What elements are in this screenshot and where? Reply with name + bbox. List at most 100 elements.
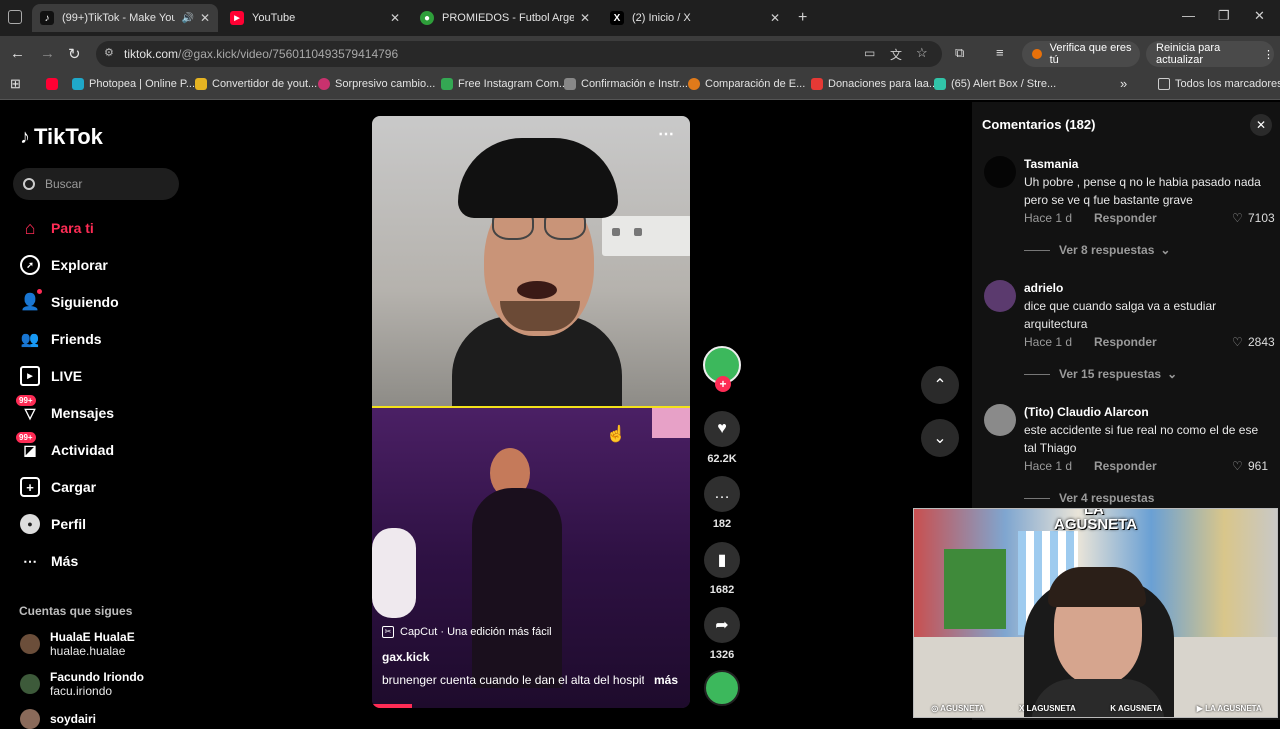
url-field[interactable]: ⚙ tiktok.com/@gax.kick/video/75601104935… [96, 41, 942, 67]
reply-button[interactable]: Responder [1094, 211, 1157, 225]
nav-siguiendo[interactable]: 👤 Siguiendo [20, 289, 119, 312]
bookmark-label: Convertidor de yout... [212, 78, 318, 90]
creator-avatar-button[interactable]: + [703, 346, 741, 392]
comments-title: Comentarios (182) [982, 117, 1096, 132]
more-bookmarks-icon[interactable]: » [1120, 76, 1127, 91]
search-input[interactable]: Buscar [13, 168, 179, 200]
bookmark-instagram[interactable]: Free Instagram Com... [441, 78, 568, 90]
tab-search-icon[interactable] [8, 10, 22, 24]
bookmark-donaciones[interactable]: Donaciones para laa... [811, 78, 938, 90]
comment-like-icon[interactable]: ♡ [1232, 211, 1243, 225]
performer-body [472, 488, 562, 688]
nav-mas[interactable]: ⋯ Más [20, 551, 78, 571]
view-replies-button[interactable]: Ver 15 respuestas ⌄ [1024, 367, 1177, 381]
media-icon[interactable]: ≡ [996, 45, 1004, 60]
comment-author[interactable]: (Tito) Claudio Alarcon [1024, 405, 1274, 419]
video-author[interactable]: gax.kick [382, 650, 429, 664]
reload-icon[interactable]: ↻ [68, 45, 81, 63]
close-tab-icon[interactable]: ✕ [770, 11, 780, 25]
back-icon[interactable]: ← [10, 45, 25, 62]
apps-grid-icon[interactable]: ⊞ [10, 76, 21, 92]
comment-author[interactable]: adrielo [1024, 281, 1274, 295]
capcut-icon: ✂ [382, 626, 394, 638]
next-video-button[interactable]: ⌄ [921, 419, 959, 457]
close-tab-icon[interactable]: ✕ [200, 11, 210, 25]
comment-like-icon[interactable]: ♡ [1232, 335, 1243, 349]
bookmark-convertidor[interactable]: Convertidor de yout... [195, 78, 317, 90]
comment-author[interactable]: Tasmania [1024, 157, 1274, 171]
comparison-icon [688, 78, 700, 90]
social-item: X LAGUSNETA [1019, 704, 1076, 713]
all-bookmarks-folder[interactable]: Todos los marcadores [1158, 78, 1280, 90]
bookmark-photopea[interactable]: Photopea | Online P... [72, 78, 195, 90]
tab-x[interactable]: X (2) Inicio / X ✕ [602, 4, 788, 32]
photopea-icon [72, 78, 84, 90]
close-tab-icon[interactable]: ✕ [390, 11, 400, 25]
tab-tiktok[interactable]: ♪ (99+)TikTok - Make Your Da 🔊 ✕ [32, 4, 218, 32]
followed-account[interactable]: HualaE HualaE hualae.hualae [20, 630, 135, 658]
bookmark-youtube[interactable] [46, 78, 63, 90]
following-title: Cuentas que sigues [19, 604, 133, 618]
cast-icon[interactable]: ▭ [864, 46, 875, 60]
save-button[interactable]: ▮ 1682 [703, 542, 741, 596]
bookmark-confirmacion[interactable]: Confirmación e Instr... [564, 78, 688, 90]
stage-light [652, 408, 690, 438]
followed-account[interactable]: Facundo Iriondo facu.iriondo [20, 670, 144, 698]
nav-perfil[interactable]: ● Perfil [20, 514, 86, 534]
share-button[interactable]: ➦ 1326 [703, 607, 741, 661]
nav-cargar[interactable]: + Cargar [20, 477, 96, 497]
nav-explorar[interactable]: ➚ Explorar [20, 255, 108, 275]
tab-youtube[interactable]: ▶ YouTube ✕ [222, 4, 408, 32]
minimize-icon[interactable]: — [1182, 8, 1195, 23]
caption-more-button[interactable]: más [654, 673, 678, 687]
bookmark-comparacion[interactable]: Comparación de E... [688, 78, 805, 90]
music-disc-icon[interactable] [704, 670, 740, 706]
capcut-tag[interactable]: ✂ CapCut · Una edición más fácil [382, 626, 552, 638]
avatar[interactable] [984, 404, 1016, 436]
bookmark-alertbox[interactable]: (65) Alert Box / Stre... [934, 78, 1056, 90]
tab-title: (2) Inicio / X [632, 12, 691, 24]
previous-video-button[interactable]: ⌃ [921, 366, 959, 404]
new-tab-icon[interactable]: + [798, 9, 807, 27]
close-tab-icon[interactable]: ✕ [580, 11, 590, 25]
nav-label: Friends [51, 331, 102, 347]
comment-like-count: 2843 [1248, 335, 1275, 349]
speaker-icon: 🔊 [181, 12, 194, 24]
close-comments-icon[interactable]: ✕ [1250, 114, 1272, 136]
video-options-icon[interactable]: ⋯ [658, 124, 674, 144]
nav-live[interactable]: ▶ LIVE [20, 366, 82, 386]
comment-button[interactable]: … 182 [703, 476, 741, 530]
avatar[interactable] [984, 156, 1016, 188]
person-cap [458, 138, 618, 218]
verify-notice-button[interactable]: Verifica que eres tú [1022, 41, 1140, 67]
bookmark-sorpresivo[interactable]: Sorpresivo cambio... [318, 78, 435, 90]
translate-icon[interactable]: 文 [890, 46, 902, 63]
video-player[interactable]: ⋯ ✂ CapCut · Una edición más fácil gax.k… [372, 116, 690, 708]
nav-friends[interactable]: 👥 Friends [20, 329, 102, 349]
reply-button[interactable]: Responder [1094, 335, 1157, 349]
close-window-icon[interactable]: ✕ [1254, 8, 1265, 24]
avatar[interactable] [984, 280, 1016, 312]
nav-mensajes[interactable]: ▽ 99+ Mensajes [16, 395, 114, 423]
view-replies-button[interactable]: Ver 8 respuestas ⌄ [1024, 243, 1170, 257]
follow-plus-icon[interactable]: + [715, 376, 731, 392]
extensions-icon[interactable]: ⧉ [955, 45, 964, 61]
followed-account[interactable]: soydairi [20, 709, 96, 729]
update-button[interactable]: Reinicia para actualizar ⋮ [1146, 41, 1274, 67]
view-replies-label: Ver 4 respuestas [1059, 491, 1155, 505]
bookmark-star-icon[interactable]: ☆ [916, 45, 928, 61]
view-replies-button[interactable]: Ver 4 respuestas [1024, 491, 1154, 505]
reply-button[interactable]: Responder [1094, 459, 1157, 473]
tab-promiedos[interactable]: ● PROMIEDOS - Futbol Argentino ✕ [412, 4, 598, 32]
site-info-icon[interactable]: ⚙ [104, 46, 114, 59]
like-button[interactable]: ♥ 62.2K [703, 411, 741, 465]
streamlabs-icon [934, 78, 946, 90]
nav-actividad[interactable]: ◪ 99+ Actividad [16, 432, 114, 460]
video-progress-bar[interactable] [372, 704, 412, 708]
capcut-label: CapCut · Una edición más fácil [400, 626, 552, 638]
nav-para-ti[interactable]: ⌂ Para ti [20, 218, 94, 238]
comment-like-icon[interactable]: ♡ [1232, 459, 1243, 473]
restore-icon[interactable]: ❐ [1218, 8, 1230, 24]
tiktok-logo[interactable]: ♪ TikTok [20, 124, 103, 150]
forward-icon[interactable]: → [40, 45, 55, 62]
